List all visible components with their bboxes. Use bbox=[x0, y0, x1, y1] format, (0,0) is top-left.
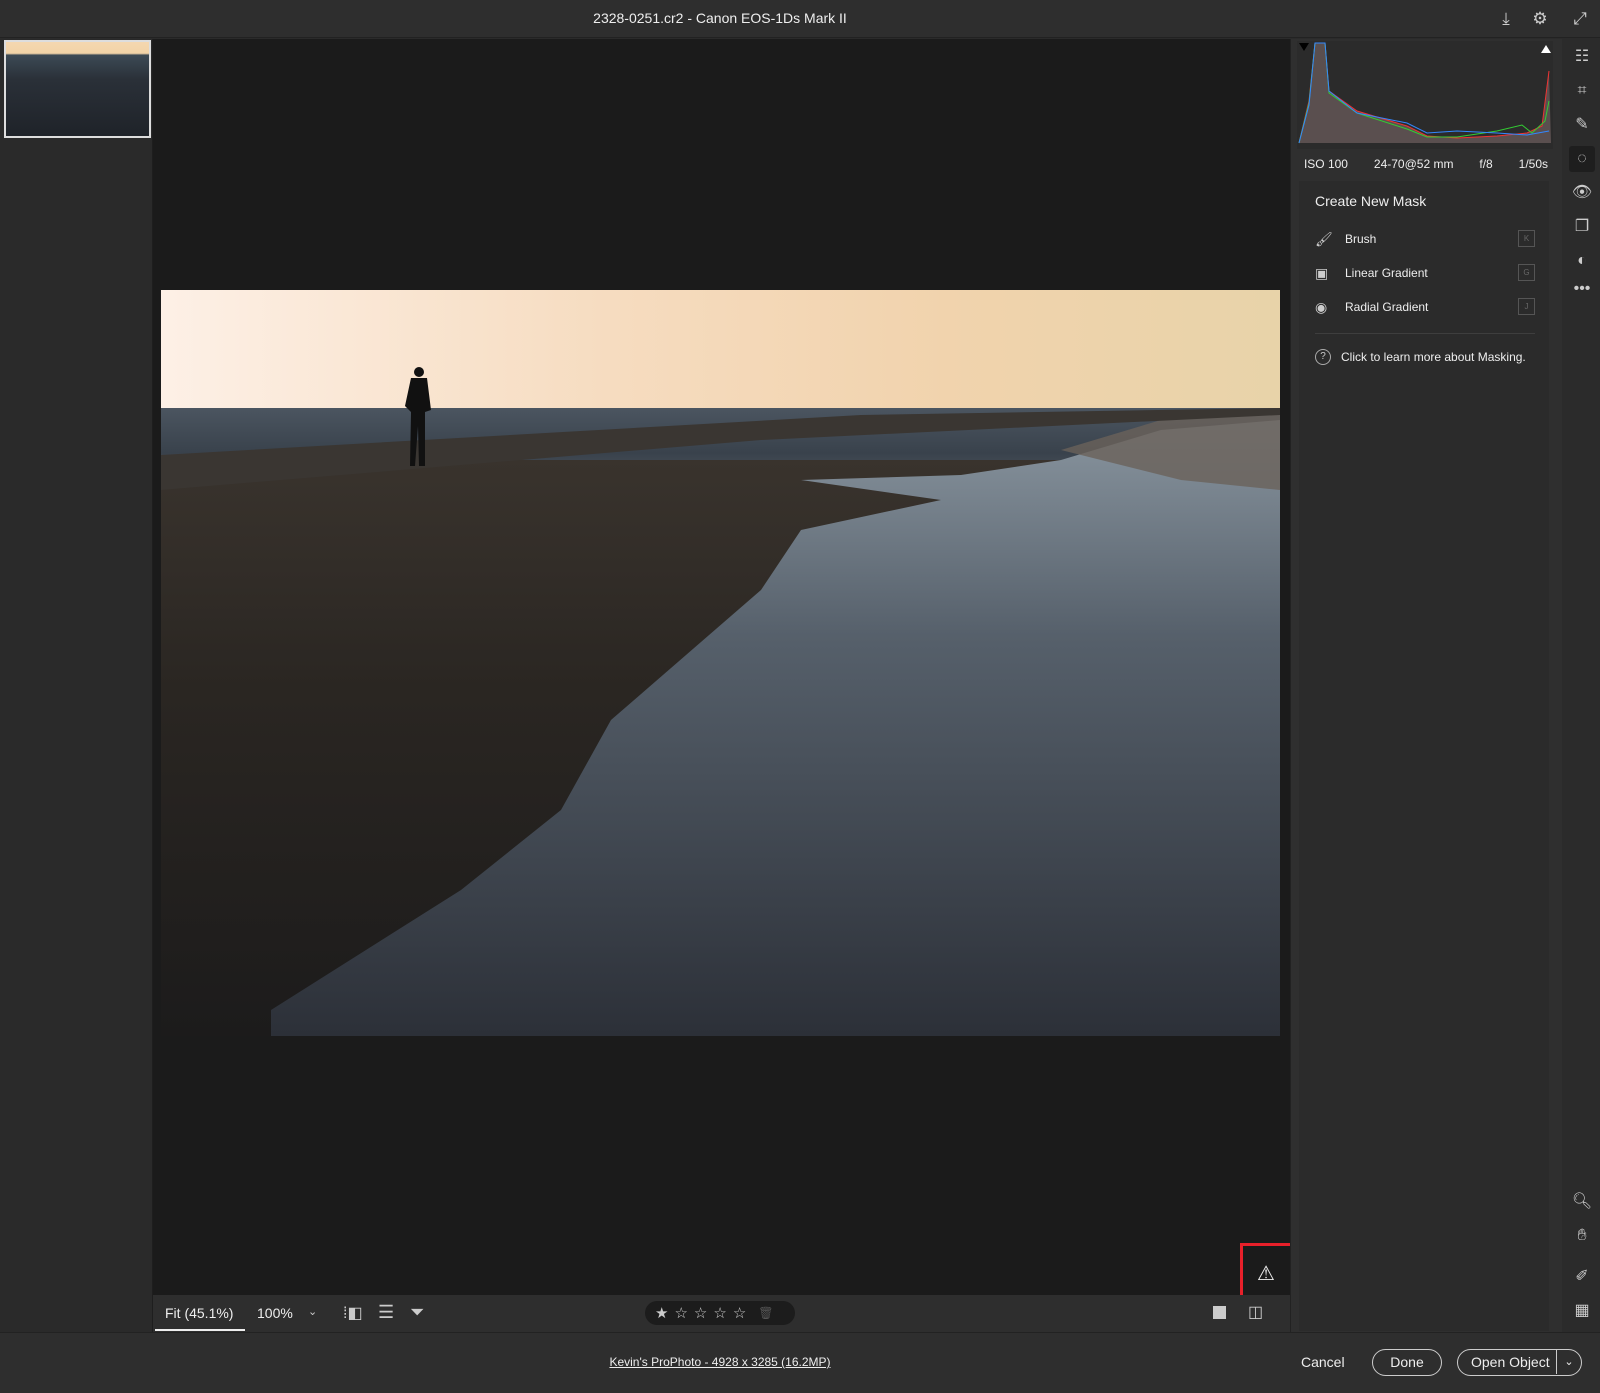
trash-icon[interactable]: 🗑 bbox=[758, 1306, 773, 1320]
aperture: f/8 bbox=[1479, 157, 1492, 171]
star-filled-icon[interactable]: ★ bbox=[655, 1304, 668, 1322]
footer: Kevin's ProPhoto - 4928 x 3285 (16.2MP) … bbox=[0, 1332, 1600, 1393]
exif-info: ISO 100 24-70@52 mm f/8 1/50s bbox=[1291, 157, 1561, 171]
color-sampler-icon[interactable]: ✐ bbox=[1569, 1264, 1595, 1290]
star-rating[interactable]: ★ ☆ ☆ ☆ ☆ 🗑 bbox=[645, 1301, 795, 1325]
mask-brush[interactable]: 🖌 Brush K bbox=[1315, 227, 1535, 251]
cancel-button[interactable]: Cancel bbox=[1301, 1354, 1345, 1370]
photo-preview[interactable] bbox=[161, 290, 1280, 1036]
chevron-down-icon[interactable]: ⌄ bbox=[308, 1305, 317, 1318]
histogram bbox=[1297, 41, 1553, 149]
help-icon: ? bbox=[1315, 349, 1331, 365]
sort-icon[interactable]: ☰ bbox=[378, 1302, 394, 1323]
mask-radial-gradient[interactable]: ◉ Radial Gradient J bbox=[1315, 295, 1535, 319]
masking-icon[interactable]: ◌ bbox=[1569, 146, 1595, 172]
thumbnail[interactable] bbox=[4, 40, 151, 138]
title-bar: 2328-0251.cr2 - Canon EOS-1Ds Mark II ⤓ … bbox=[0, 0, 1600, 38]
grid-overlay-icon[interactable]: ▦ bbox=[1569, 1298, 1595, 1324]
star-empty-icon[interactable]: ☆ bbox=[733, 1304, 746, 1322]
edit-sliders-icon[interactable]: ☷ bbox=[1569, 44, 1595, 70]
mask-label: Brush bbox=[1345, 232, 1376, 246]
workflow-options-link[interactable]: Kevin's ProPhoto - 4928 x 3285 (16.2MP) bbox=[0, 1355, 1440, 1369]
active-underline bbox=[155, 1329, 245, 1331]
shortcut-key: J bbox=[1518, 298, 1535, 315]
zoom-level[interactable]: 100% bbox=[257, 1305, 293, 1321]
mask-linear-gradient[interactable]: ▣ Linear Gradient G bbox=[1315, 261, 1535, 285]
tool-strip: ☷ ⌗ ✎ ◌ 👁 ❐ ◐ ••• 🔍︎ ✋︎ ✐ ▦ bbox=[1563, 39, 1600, 1332]
filmstrip-toggle-icon[interactable]: ⁞◧ bbox=[343, 1303, 363, 1323]
learn-masking-text: Click to learn more about Masking. bbox=[1341, 350, 1526, 364]
before-after-icon[interactable]: ◫ bbox=[1248, 1302, 1263, 1322]
more-icon[interactable]: ••• bbox=[1569, 276, 1595, 302]
mask-panel: Create New Mask 🖌 Brush K ▣ Linear Gradient… bbox=[1299, 181, 1549, 1331]
filter-icon[interactable]: ⏷ bbox=[410, 1302, 424, 1323]
view-mode-icon[interactable] bbox=[1213, 1306, 1226, 1319]
expand-icon[interactable]: ⤢ bbox=[1569, 8, 1591, 30]
star-empty-icon[interactable]: ☆ bbox=[713, 1304, 726, 1322]
lens: 24-70@52 mm bbox=[1374, 157, 1454, 171]
radial-gradient-icon: ◉ bbox=[1315, 299, 1335, 316]
star-empty-icon[interactable]: ☆ bbox=[694, 1304, 707, 1322]
divider bbox=[1315, 333, 1535, 334]
zoom-fit-button[interactable]: Fit (45.1%) bbox=[165, 1305, 233, 1321]
shutter: 1/50s bbox=[1519, 157, 1548, 171]
presets-icon[interactable]: ◐ bbox=[1569, 248, 1595, 274]
mask-panel-title: Create New Mask bbox=[1315, 193, 1426, 209]
linear-gradient-icon: ▣ bbox=[1315, 265, 1335, 282]
zoom-icon[interactable]: 🔍︎ bbox=[1569, 1189, 1595, 1215]
healing-icon[interactable]: ✎ bbox=[1569, 112, 1595, 138]
warning-icon[interactable]: ⚠ bbox=[1257, 1261, 1275, 1286]
learn-masking-link[interactable]: ? Click to learn more about Masking. bbox=[1315, 349, 1526, 365]
iso: ISO 100 bbox=[1304, 157, 1348, 171]
open-object-button[interactable]: Open Object ⌄ bbox=[1457, 1349, 1582, 1376]
filmstrip bbox=[0, 39, 153, 1332]
mask-label: Linear Gradient bbox=[1345, 266, 1428, 280]
window-title: 2328-0251.cr2 - Canon EOS-1Ds Mark II bbox=[0, 10, 1440, 26]
shortcut-key: G bbox=[1518, 264, 1535, 281]
snapshots-icon[interactable]: ❐ bbox=[1569, 214, 1595, 240]
chevron-down-icon[interactable]: ⌄ bbox=[1556, 1350, 1581, 1374]
brush-icon: 🖌 bbox=[1315, 231, 1335, 248]
shortcut-key: K bbox=[1518, 230, 1535, 247]
bottom-toolbar: Fit (45.1%) 100% ⌄ ⁞◧ ☰ ⏷ ★ ☆ ☆ ☆ ☆ 🗑 ◫ bbox=[153, 1295, 1290, 1332]
person-silhouette bbox=[401, 366, 435, 470]
save-icon[interactable]: ⤓ bbox=[1495, 8, 1517, 30]
right-panel: ISO 100 24-70@52 mm f/8 1/50s Create New… bbox=[1290, 39, 1562, 1332]
red-eye-icon[interactable]: 👁 bbox=[1569, 180, 1595, 206]
photo-water bbox=[161, 290, 1280, 1036]
done-button[interactable]: Done bbox=[1372, 1349, 1442, 1376]
mask-label: Radial Gradient bbox=[1345, 300, 1428, 314]
crop-icon[interactable]: ⌗ bbox=[1569, 78, 1595, 104]
open-object-label: Open Object bbox=[1471, 1354, 1550, 1370]
gear-icon[interactable]: ⚙ bbox=[1529, 8, 1551, 30]
star-empty-icon[interactable]: ☆ bbox=[674, 1304, 687, 1322]
hand-icon[interactable]: ✋︎ bbox=[1569, 1223, 1595, 1249]
